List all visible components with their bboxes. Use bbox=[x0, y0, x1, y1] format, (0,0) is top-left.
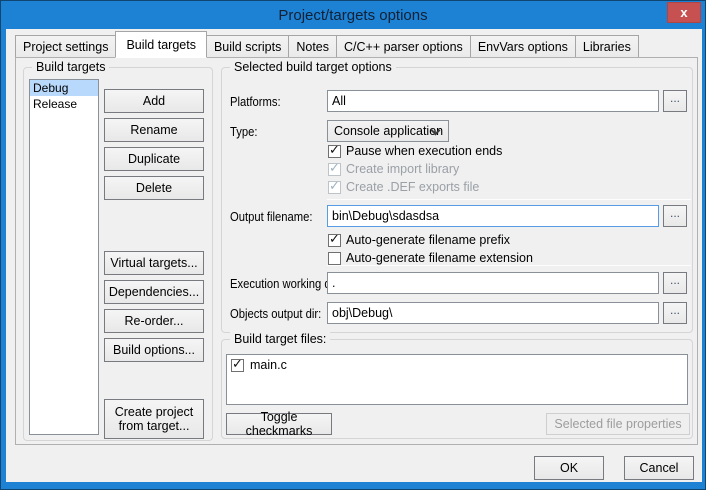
reorder-button[interactable]: Re-order... bbox=[104, 309, 204, 333]
output-filename-input[interactable] bbox=[327, 205, 659, 227]
duplicate-button[interactable]: Duplicate bbox=[104, 147, 204, 171]
execution-working-dir-label: Execution working dir: bbox=[230, 277, 340, 291]
tab-build-targets[interactable]: Build targets bbox=[115, 31, 206, 58]
build-options-button[interactable]: Build options... bbox=[104, 338, 204, 362]
execution-working-dir-browse-button[interactable]: ... bbox=[663, 272, 687, 294]
build-target-files-list[interactable]: main.c bbox=[226, 354, 688, 405]
output-filename-browse-button[interactable]: ... bbox=[663, 205, 687, 227]
add-button[interactable]: Add bbox=[104, 89, 204, 113]
options-group-label: Selected build target options bbox=[230, 60, 396, 74]
ok-button[interactable]: OK bbox=[534, 456, 604, 480]
create-def-exports-file-checkbox-row: Create .DEF exports file bbox=[328, 180, 479, 194]
tab-notes[interactable]: Notes bbox=[288, 35, 337, 57]
rename-button[interactable]: Rename bbox=[104, 118, 204, 142]
autogen-filename-prefix-checkbox-row[interactable]: Auto-generate filename prefix bbox=[328, 233, 510, 247]
target-item-debug[interactable]: Debug bbox=[30, 80, 98, 96]
checkbox bbox=[328, 163, 341, 176]
pause-when-execution-ends-checkbox-row[interactable]: Pause when execution ends bbox=[328, 144, 502, 158]
objects-output-dir-label: Objects output dir: bbox=[230, 307, 321, 321]
tab-build-scripts[interactable]: Build scripts bbox=[206, 35, 289, 57]
tab-bar: Project settings Build targets Build scr… bbox=[15, 29, 638, 57]
checkbox-label: Auto-generate filename prefix bbox=[346, 233, 510, 247]
build-targets-group-label: Build targets bbox=[32, 60, 109, 74]
platforms-input[interactable] bbox=[327, 90, 659, 112]
build-target-files-group-label: Build target files: bbox=[230, 332, 330, 346]
create-project-from-target-button[interactable]: Create project from target... bbox=[104, 399, 204, 439]
dialog-body: Project settings Build targets Build scr… bbox=[6, 29, 702, 482]
execution-working-dir-input[interactable] bbox=[327, 272, 659, 294]
file-name[interactable]: main.c bbox=[250, 358, 287, 372]
platforms-browse-button[interactable]: ... bbox=[663, 90, 687, 112]
tab-libraries[interactable]: Libraries bbox=[575, 35, 639, 57]
titlebar[interactable]: Project/targets options x bbox=[1, 1, 705, 29]
autogen-filename-extension-checkbox-row[interactable]: Auto-generate filename extension bbox=[328, 251, 533, 265]
cancel-button[interactable]: Cancel bbox=[624, 456, 694, 480]
tab-envvars-options[interactable]: EnvVars options bbox=[470, 35, 576, 57]
checkbox[interactable] bbox=[328, 145, 341, 158]
checkbox-label: Create import library bbox=[346, 162, 459, 176]
create-import-library-checkbox-row: Create import library bbox=[328, 162, 459, 176]
separator bbox=[327, 265, 691, 266]
separator bbox=[327, 199, 691, 200]
selected-file-properties-button: Selected file properties bbox=[546, 413, 690, 435]
type-dropdown[interactable]: Console application bbox=[327, 120, 449, 142]
objects-output-dir-browse-button[interactable]: ... bbox=[663, 302, 687, 324]
tab-cpp-parser-options[interactable]: C/C++ parser options bbox=[336, 35, 471, 57]
virtual-targets-button[interactable]: Virtual targets... bbox=[104, 251, 204, 275]
tab-project-settings[interactable]: Project settings bbox=[15, 35, 116, 57]
delete-button[interactable]: Delete bbox=[104, 176, 204, 200]
file-item-main-c[interactable]: main.c bbox=[227, 355, 687, 375]
checkbox-label: Pause when execution ends bbox=[346, 144, 502, 158]
output-filename-label: Output filename: bbox=[230, 210, 313, 224]
checkbox-label: Create .DEF exports file bbox=[346, 180, 479, 194]
dependencies-button[interactable]: Dependencies... bbox=[104, 280, 204, 304]
project-targets-options-dialog: Project/targets options x Project settin… bbox=[0, 0, 706, 490]
checkbox-label: Auto-generate filename extension bbox=[346, 251, 533, 265]
close-icon: x bbox=[680, 5, 687, 20]
build-targets-list[interactable]: Debug Release bbox=[29, 79, 99, 435]
window-title: Project/targets options bbox=[278, 7, 427, 24]
toggle-checkmarks-button[interactable]: Toggle checkmarks bbox=[226, 413, 332, 435]
objects-output-dir-input[interactable] bbox=[327, 302, 659, 324]
checkbox[interactable] bbox=[328, 234, 341, 247]
type-label: Type: bbox=[230, 125, 258, 139]
close-button[interactable]: x bbox=[667, 2, 701, 23]
platforms-label: Platforms: bbox=[230, 95, 281, 109]
checkbox[interactable] bbox=[231, 359, 244, 372]
checkbox bbox=[328, 181, 341, 194]
type-dropdown-value: Console application bbox=[334, 124, 443, 138]
checkbox[interactable] bbox=[328, 252, 341, 265]
target-item-release[interactable]: Release bbox=[30, 96, 98, 112]
